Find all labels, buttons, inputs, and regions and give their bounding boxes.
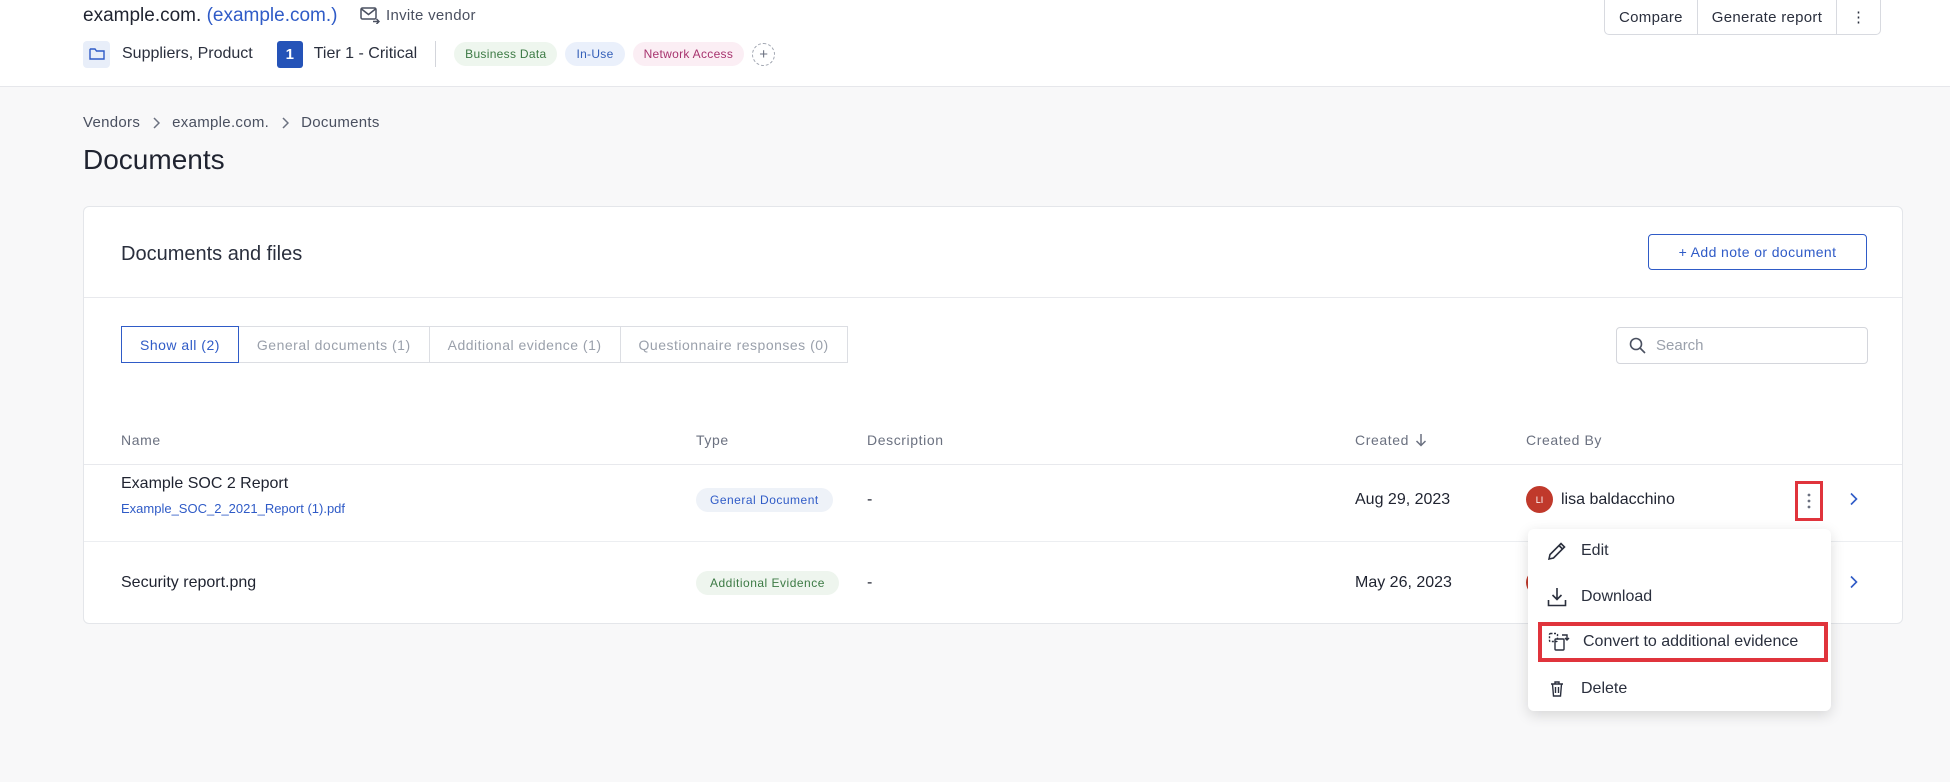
menu-item-label: Convert to additional evidence bbox=[1583, 633, 1799, 650]
document-name-cell: Example SOC 2 Report Example_SOC_2_2021_… bbox=[121, 475, 345, 516]
tag-in-use: In-Use bbox=[565, 42, 625, 66]
column-name: Name bbox=[121, 432, 161, 448]
created-cell: May 26, 2023 bbox=[1355, 574, 1452, 591]
invite-vendor-button[interactable]: Invite vendor bbox=[360, 6, 476, 24]
compare-button[interactable]: Compare bbox=[1605, 0, 1697, 34]
document-name: Example SOC 2 Report bbox=[121, 475, 289, 492]
search-icon bbox=[1629, 337, 1646, 354]
menu-item-delete[interactable]: Delete bbox=[1528, 669, 1831, 709]
generate-report-button[interactable]: Generate report bbox=[1696, 0, 1836, 34]
vendor-name: example.com. bbox=[83, 5, 202, 26]
search-input[interactable] bbox=[1656, 337, 1846, 354]
convert-icon bbox=[1548, 632, 1570, 651]
column-created-label: Created bbox=[1355, 432, 1410, 448]
page-title: Documents bbox=[83, 144, 225, 175]
menu-item-download[interactable]: Download bbox=[1528, 577, 1831, 617]
chevron-right-icon[interactable] bbox=[1849, 492, 1858, 511]
download-icon bbox=[1547, 588, 1567, 607]
invite-vendor-label: Invite vendor bbox=[386, 6, 476, 24]
breadcrumb-vendors[interactable]: Vendors bbox=[83, 114, 140, 131]
tier-badge: 1 bbox=[276, 40, 303, 68]
menu-item-label: Delete bbox=[1581, 680, 1628, 697]
breadcrumb-documents: Documents bbox=[301, 114, 380, 131]
chevron-right-icon bbox=[281, 116, 290, 129]
type-cell: General Document bbox=[696, 488, 833, 512]
chevron-right-icon[interactable] bbox=[1849, 575, 1858, 594]
tag-network-access: Network Access bbox=[632, 42, 745, 66]
tab-additional-evidence[interactable]: Additional evidence (1) bbox=[429, 326, 621, 363]
avatar: LI bbox=[1526, 486, 1553, 513]
tab-show-all[interactable]: Show all (2) bbox=[121, 326, 239, 363]
created-by-name: lisa baldacchino bbox=[1561, 490, 1675, 508]
more-actions-button[interactable]: ⋮ bbox=[1836, 0, 1880, 34]
chevron-right-icon bbox=[152, 116, 161, 129]
type-badge: Additional Evidence bbox=[696, 571, 839, 595]
trash-icon bbox=[1551, 681, 1563, 697]
add-note-or-document-button[interactable]: + Add note or document bbox=[1648, 234, 1867, 270]
type-badge: General Document bbox=[696, 488, 833, 512]
document-filter-tabs: Show all (2) General documents (1) Addit… bbox=[121, 326, 848, 363]
row-actions-kebab-button[interactable] bbox=[1795, 481, 1823, 521]
tab-general-documents[interactable]: General documents (1) bbox=[238, 326, 430, 363]
menu-item-label: Edit bbox=[1581, 542, 1609, 559]
column-description: Description bbox=[867, 432, 944, 448]
tier-label: Tier 1 - Critical bbox=[313, 45, 418, 62]
row-actions-menu: Edit Download Convert to additional evid… bbox=[1528, 529, 1831, 711]
column-created[interactable]: Created bbox=[1355, 432, 1427, 448]
divider bbox=[435, 41, 437, 67]
created-cell: Aug 29, 2023 bbox=[1355, 491, 1451, 508]
vendor-title: example.com. (example.com.) bbox=[83, 5, 337, 27]
header-actions: Compare Generate report ⋮ bbox=[1604, 0, 1882, 35]
kebab-icon bbox=[1807, 493, 1811, 509]
created-by-cell: LI lisa baldacchino bbox=[1526, 486, 1675, 513]
menu-item-label: Download bbox=[1581, 588, 1653, 605]
type-cell: Additional Evidence bbox=[696, 571, 839, 595]
breadcrumb: Vendors example.com. Documents bbox=[83, 114, 380, 131]
vendor-categories: Suppliers, Product bbox=[122, 45, 253, 62]
table-header: Name Type Description Created Created By bbox=[84, 415, 1902, 465]
menu-item-convert-to-additional-evidence[interactable]: Convert to additional evidence bbox=[1538, 622, 1828, 662]
add-tag-button[interactable]: + bbox=[752, 42, 776, 66]
document-file-link[interactable]: Example_SOC_2_2021_Report (1).pdf bbox=[121, 501, 345, 516]
tab-questionnaire-responses[interactable]: Questionnaire responses (0) bbox=[620, 326, 848, 363]
mail-send-icon bbox=[360, 7, 380, 24]
card-title: Documents and files bbox=[121, 243, 303, 265]
divider bbox=[84, 297, 1902, 298]
vendor-domain-link[interactable]: (example.com.) bbox=[207, 5, 338, 26]
column-created-by: Created By bbox=[1526, 432, 1603, 448]
folder-icon bbox=[83, 40, 110, 68]
vendor-meta-row: Suppliers, Product 1 Tier 1 - Critical B… bbox=[83, 40, 776, 68]
breadcrumb-vendor[interactable]: example.com. bbox=[172, 114, 269, 131]
description-cell: - bbox=[867, 491, 873, 508]
column-type: Type bbox=[696, 432, 729, 448]
vendor-header: example.com. (example.com.) Invite vendo… bbox=[0, 0, 1950, 87]
tag-business-data: Business Data bbox=[454, 42, 558, 66]
menu-item-edit[interactable]: Edit bbox=[1528, 531, 1831, 571]
pencil-icon bbox=[1547, 542, 1566, 561]
sort-down-icon bbox=[1415, 434, 1427, 447]
description-cell: - bbox=[867, 574, 873, 591]
document-name: Security report.png bbox=[121, 574, 257, 591]
search-box[interactable] bbox=[1616, 327, 1868, 364]
